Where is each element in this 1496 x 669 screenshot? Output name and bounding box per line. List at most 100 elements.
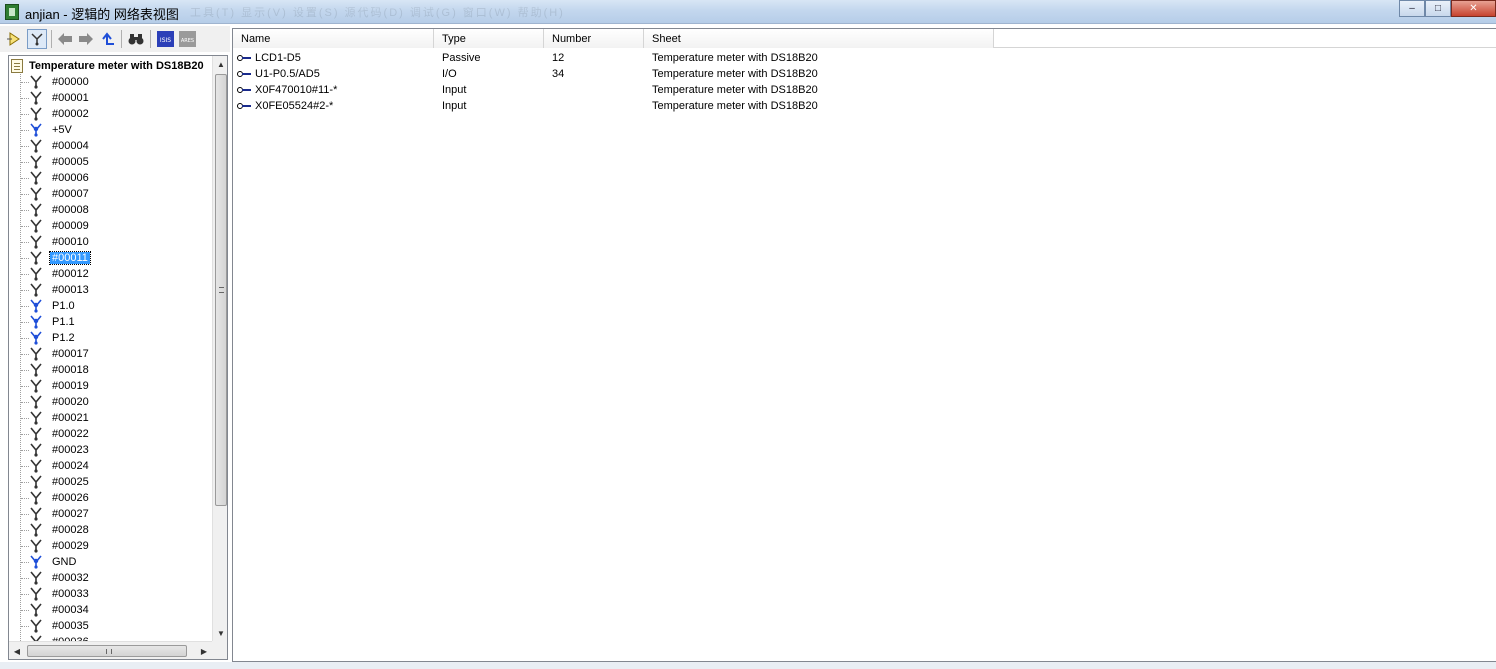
tree-item[interactable]: #00025 — [9, 474, 209, 490]
scroll-left-arrow[interactable]: ◀ — [9, 643, 25, 659]
net-icon — [29, 267, 43, 281]
minimize-button[interactable]: – — [1399, 0, 1425, 17]
cell-sheet: Temperature meter with DS18B20 — [652, 68, 818, 80]
net-view-icon[interactable] — [27, 29, 47, 49]
tree-item[interactable]: +5V — [9, 122, 209, 138]
tree-item[interactable]: #00033 — [9, 586, 209, 602]
net-icon — [29, 507, 43, 521]
forward-arrow-icon[interactable] — [76, 29, 96, 49]
net-icon — [29, 75, 43, 89]
column-header-sheet[interactable]: Sheet — [644, 29, 994, 48]
pin-name: LCD1-D5 — [255, 52, 301, 64]
tree-item[interactable]: #00026 — [9, 490, 209, 506]
tree-item-label: #00001 — [52, 92, 89, 104]
tree-item[interactable]: #00029 — [9, 538, 209, 554]
find-binoculars-icon[interactable] — [126, 29, 146, 49]
scroll-right-arrow[interactable]: ▶ — [196, 643, 212, 659]
expand-all-icon[interactable] — [4, 29, 24, 49]
title-bar: anjian - 逻辑的 网络表视图 工具(T) 显示(V) 设置(S) 源代码… — [0, 0, 1496, 24]
tree-item[interactable]: #00019 — [9, 378, 209, 394]
tree-item-label: #00006 — [52, 172, 89, 184]
ares-icon[interactable]: ARES — [177, 29, 197, 49]
net-icon — [29, 523, 43, 537]
net-icon — [29, 171, 43, 185]
tree-item[interactable]: #00027 — [9, 506, 209, 522]
tree-root[interactable]: Temperature meter with DS18B20 — [11, 58, 204, 74]
table-row[interactable]: X0FE05524#2-* Input Temperature meter with… — [233, 98, 1496, 114]
cell-name: X0F470010#11-* — [233, 84, 434, 96]
scroll-up-arrow[interactable]: ▲ — [213, 56, 227, 72]
tree-item-label: #00012 — [52, 268, 89, 280]
tree-item[interactable]: GND — [9, 554, 209, 570]
tree-item[interactable]: #00034 — [9, 602, 209, 618]
net-icon — [29, 347, 43, 361]
tree-item[interactable]: #00007 — [9, 186, 209, 202]
tree-item-label: #00004 — [52, 140, 89, 152]
cell-name: LCD1-D5 — [233, 52, 434, 64]
tree-vertical-scrollbar[interactable]: ▲ ▼ — [212, 56, 227, 641]
tree-item-label: #00017 — [52, 348, 89, 360]
tree-item[interactable]: P1.1 — [9, 314, 209, 330]
back-arrow-icon[interactable] — [55, 29, 75, 49]
tree-item[interactable]: #00023 — [9, 442, 209, 458]
pin-name: X0F470010#11-* — [255, 84, 338, 96]
hscroll-thumb[interactable] — [27, 645, 187, 657]
net-icon — [29, 187, 43, 201]
tree-item[interactable]: #00012 — [9, 266, 209, 282]
tree-item-label: #00010 — [52, 236, 89, 248]
tree-item[interactable]: #00001 — [9, 90, 209, 106]
pin-icon — [237, 102, 251, 110]
tree-item[interactable]: #00004 — [9, 138, 209, 154]
power-net-icon — [29, 315, 43, 329]
tree-item[interactable]: #00013 — [9, 282, 209, 298]
tree-item[interactable]: #00018 — [9, 362, 209, 378]
tree-item[interactable]: #00008 — [9, 202, 209, 218]
tree-item[interactable]: #00005 — [9, 154, 209, 170]
tree-item-label: #00028 — [52, 524, 89, 536]
net-icon — [29, 603, 43, 617]
scroll-thumb[interactable] — [215, 74, 227, 506]
tree-item[interactable]: #00006 — [9, 170, 209, 186]
column-header-number[interactable]: Number — [544, 29, 644, 48]
scroll-down-arrow[interactable]: ▼ — [213, 625, 227, 641]
tree-item[interactable]: #00035 — [9, 618, 209, 634]
isis-icon[interactable]: ISIS — [155, 29, 175, 49]
tree-item[interactable]: #00009 — [9, 218, 209, 234]
tree-item-label: #00008 — [52, 204, 89, 216]
net-icon — [29, 571, 43, 585]
sheet-icon — [11, 59, 23, 73]
tree-item-label: #00035 — [52, 620, 89, 632]
close-button[interactable]: ✕ — [1451, 0, 1496, 17]
net-icon — [29, 155, 43, 169]
pin-table-panel: Name Type Number Sheet LCD1-D5 Passive 12 T… — [232, 28, 1496, 662]
tree-item-label: #00022 — [52, 428, 89, 440]
tree-item[interactable]: #00002 — [9, 106, 209, 122]
tree-horizontal-scrollbar[interactable]: ◀ ▶ — [9, 641, 212, 659]
tree-item[interactable]: #00032 — [9, 570, 209, 586]
table-row[interactable]: U1-P0.5/AD5 I/O 34 Temperature meter with D… — [233, 66, 1496, 82]
tree-item-label: #00033 — [52, 588, 89, 600]
tree-item[interactable]: #00010 — [9, 234, 209, 250]
tree-item[interactable]: #00017 — [9, 346, 209, 362]
net-icon — [29, 235, 43, 249]
tree-item[interactable]: P1.2 — [9, 330, 209, 346]
net-icon — [29, 411, 43, 425]
table-row[interactable]: LCD1-D5 Passive 12 Temperature meter with D… — [233, 50, 1496, 66]
column-header-name[interactable]: Name — [233, 29, 434, 48]
tree-item[interactable]: #00011 — [9, 250, 209, 266]
column-header-type[interactable]: Type — [434, 29, 544, 48]
tree-item[interactable]: #00000 — [9, 74, 209, 90]
maximize-button[interactable]: □ — [1425, 0, 1451, 17]
tree-item[interactable]: #00021 — [9, 410, 209, 426]
net-icon — [29, 139, 43, 153]
up-level-icon[interactable] — [97, 29, 117, 49]
table-row[interactable]: X0F470010#11-* Input Temperature meter wit… — [233, 82, 1496, 98]
tree-item[interactable]: #00024 — [9, 458, 209, 474]
tree-item[interactable]: #00028 — [9, 522, 209, 538]
pin-name: U1-P0.5/AD5 — [255, 68, 320, 80]
cell-type: Input — [442, 84, 467, 96]
tree-item[interactable]: #00020 — [9, 394, 209, 410]
tree-item[interactable]: P1.0 — [9, 298, 209, 314]
tree-item[interactable]: #00022 — [9, 426, 209, 442]
tree-item-label: P1.1 — [52, 316, 75, 328]
